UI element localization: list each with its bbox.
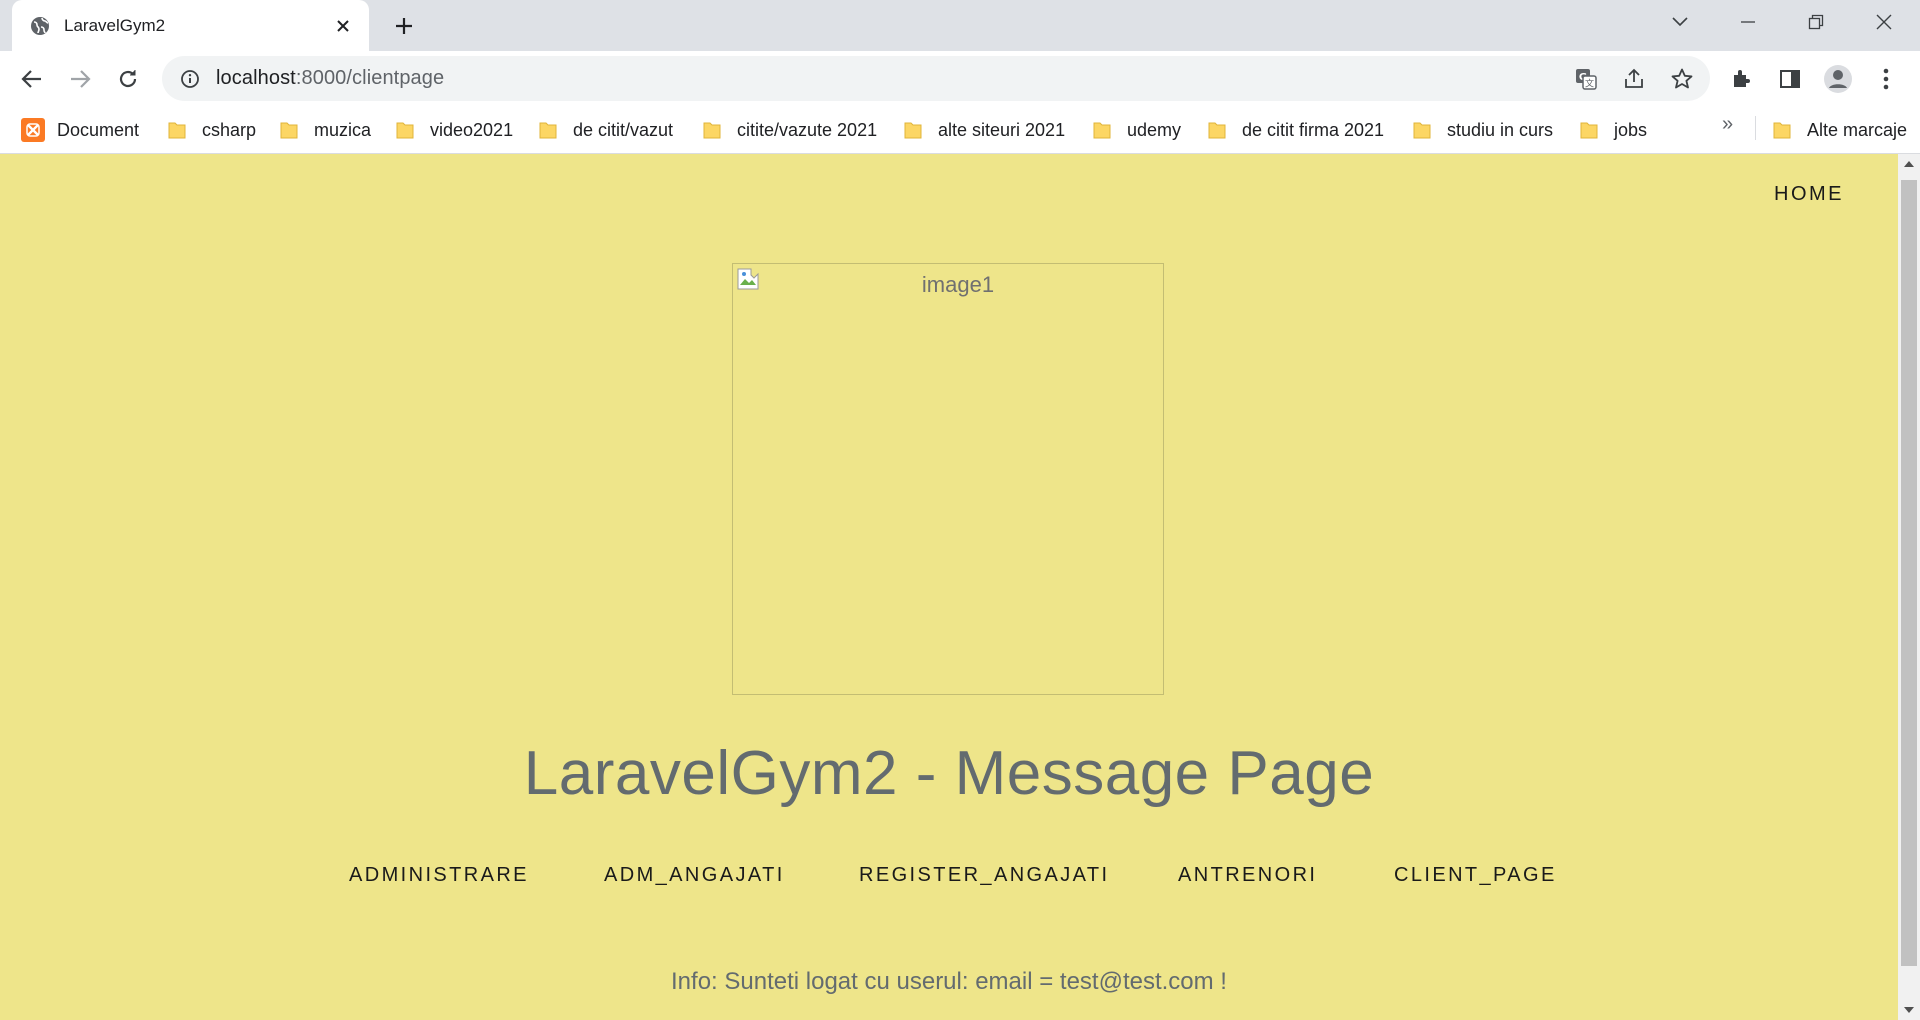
- bookmark-de-citit-firma-2021[interactable]: de citit firma 2021: [1208, 115, 1384, 145]
- folder-icon: [904, 122, 922, 139]
- bookmark-label: csharp: [202, 119, 257, 140]
- forward-arrow-icon[interactable]: [64, 63, 96, 95]
- menu-dots-icon[interactable]: [1870, 63, 1902, 95]
- bookmark-label: citite/vazute 2021: [737, 119, 878, 140]
- close-window-icon[interactable]: [1866, 8, 1902, 36]
- browser-toolbar: localhost:8000/clientpage G文: [0, 51, 1920, 106]
- nav-link-administrare[interactable]: ADMINISTRARE: [349, 864, 529, 887]
- bookmark-de-citit-vazut[interactable]: de citit/vazut: [539, 115, 673, 145]
- scroll-down-arrow-icon[interactable]: [1898, 1000, 1920, 1020]
- share-icon[interactable]: [1621, 66, 1647, 92]
- folder-icon: [1413, 122, 1431, 139]
- back-arrow-icon[interactable]: [16, 63, 48, 95]
- nav-link-client-page[interactable]: CLIENT_PAGE: [1394, 864, 1557, 887]
- login-info-text: Info: Sunteti logat cu userul: email = t…: [671, 968, 1227, 995]
- browser-tab[interactable]: LaravelGym2: [12, 0, 369, 51]
- bookmark-jobs[interactable]: jobs: [1580, 115, 1647, 145]
- folder-icon: [1773, 122, 1791, 139]
- main-nav: ADMINISTRARE ADM_ANGAJATI REGISTER_ANGAJ…: [0, 864, 1898, 894]
- bookmark-label: alte siteuri 2021: [938, 119, 1066, 140]
- bookmark-label: de citit/vazut: [573, 119, 674, 140]
- address-bar[interactable]: localhost:8000/clientpage G文: [162, 56, 1710, 101]
- bookmarks-overflow-chevron[interactable]: »: [1722, 113, 1733, 136]
- bookmark-citite-vazute-2021[interactable]: citite/vazute 2021: [703, 115, 877, 145]
- url-path: :8000/clientpage: [295, 67, 445, 89]
- side-panel-icon[interactable]: [1774, 63, 1806, 95]
- restore-icon[interactable]: [1798, 8, 1834, 36]
- bookmark-label: video2021: [430, 119, 514, 140]
- nav-link-adm-angajati[interactable]: ADM_ANGAJATI: [604, 864, 785, 887]
- nav-link-register-angajati[interactable]: REGISTER_ANGAJATI: [859, 864, 1109, 887]
- bookmark-label: Document: [57, 119, 140, 140]
- profile-avatar-icon[interactable]: [1822, 63, 1854, 95]
- bookmark-label: jobs: [1614, 119, 1648, 140]
- nav-link-antrenori[interactable]: ANTRENORI: [1178, 864, 1317, 887]
- new-tab-icon[interactable]: [390, 12, 418, 40]
- bookmark-udemy[interactable]: udemy: [1093, 115, 1181, 145]
- close-tab-icon[interactable]: [331, 14, 355, 38]
- bookmark-studiu-in-curs[interactable]: studiu in curs: [1413, 115, 1553, 145]
- tab-strip: LaravelGym2: [0, 0, 1920, 51]
- page-viewport: HOME image1 LaravelGym2 - Message Page A…: [0, 154, 1898, 1020]
- folder-icon: [703, 122, 721, 139]
- tab-search-icon[interactable]: [1662, 8, 1698, 36]
- bookmarks-bar: Document csharp muzica video2021 de citi…: [0, 106, 1920, 154]
- bookmark-label: de citit firma 2021: [1242, 119, 1385, 140]
- folder-icon: [1208, 122, 1226, 139]
- home-link[interactable]: HOME: [1774, 183, 1844, 206]
- folder-icon: [280, 122, 298, 139]
- folder-icon: [1580, 122, 1598, 139]
- site-info-icon[interactable]: [178, 67, 202, 91]
- scrollbar-thumb[interactable]: [1901, 180, 1917, 966]
- vertical-scrollbar[interactable]: [1898, 154, 1920, 1020]
- bookmark-star-icon[interactable]: [1669, 66, 1695, 92]
- xampp-icon: [21, 118, 45, 142]
- bookmark-label: Alte marcaje: [1807, 119, 1908, 140]
- folder-icon: [396, 122, 414, 139]
- url-host: localhost: [216, 67, 296, 89]
- bookmark-csharp[interactable]: csharp: [168, 115, 256, 145]
- minimize-icon[interactable]: [1730, 8, 1766, 36]
- bookmark-alte-siteuri-2021[interactable]: alte siteuri 2021: [904, 115, 1065, 145]
- folder-icon: [539, 122, 557, 139]
- bookmark-label: muzica: [314, 119, 372, 140]
- globe-icon: [30, 16, 50, 36]
- folder-icon: [1093, 122, 1111, 139]
- bookmark-muzica[interactable]: muzica: [280, 115, 371, 145]
- broken-image-placeholder: image1: [732, 263, 1164, 695]
- bookmark-label: udemy: [1127, 119, 1182, 140]
- folder-icon: [168, 122, 186, 139]
- scroll-up-arrow-icon[interactable]: [1898, 154, 1920, 174]
- extensions-puzzle-icon[interactable]: [1726, 63, 1758, 95]
- url-text: localhost:8000/clientpage: [216, 67, 444, 90]
- image-alt-text: image1: [921, 272, 995, 297]
- bookmarks-divider: [1755, 116, 1756, 140]
- bookmark-alte-marcaje[interactable]: Alte marcaje: [1773, 115, 1907, 145]
- translate-icon[interactable]: G文: [1573, 66, 1599, 92]
- tab-title: LaravelGym2: [64, 15, 166, 35]
- reload-icon[interactable]: [112, 63, 144, 95]
- svg-text:文: 文: [1585, 78, 1594, 90]
- bookmark-document[interactable]: Document: [21, 115, 139, 145]
- bookmark-video2021[interactable]: video2021: [396, 115, 513, 145]
- bookmark-label: studiu in curs: [1447, 119, 1554, 140]
- page-title: LaravelGym2 - Message Page: [523, 739, 1375, 808]
